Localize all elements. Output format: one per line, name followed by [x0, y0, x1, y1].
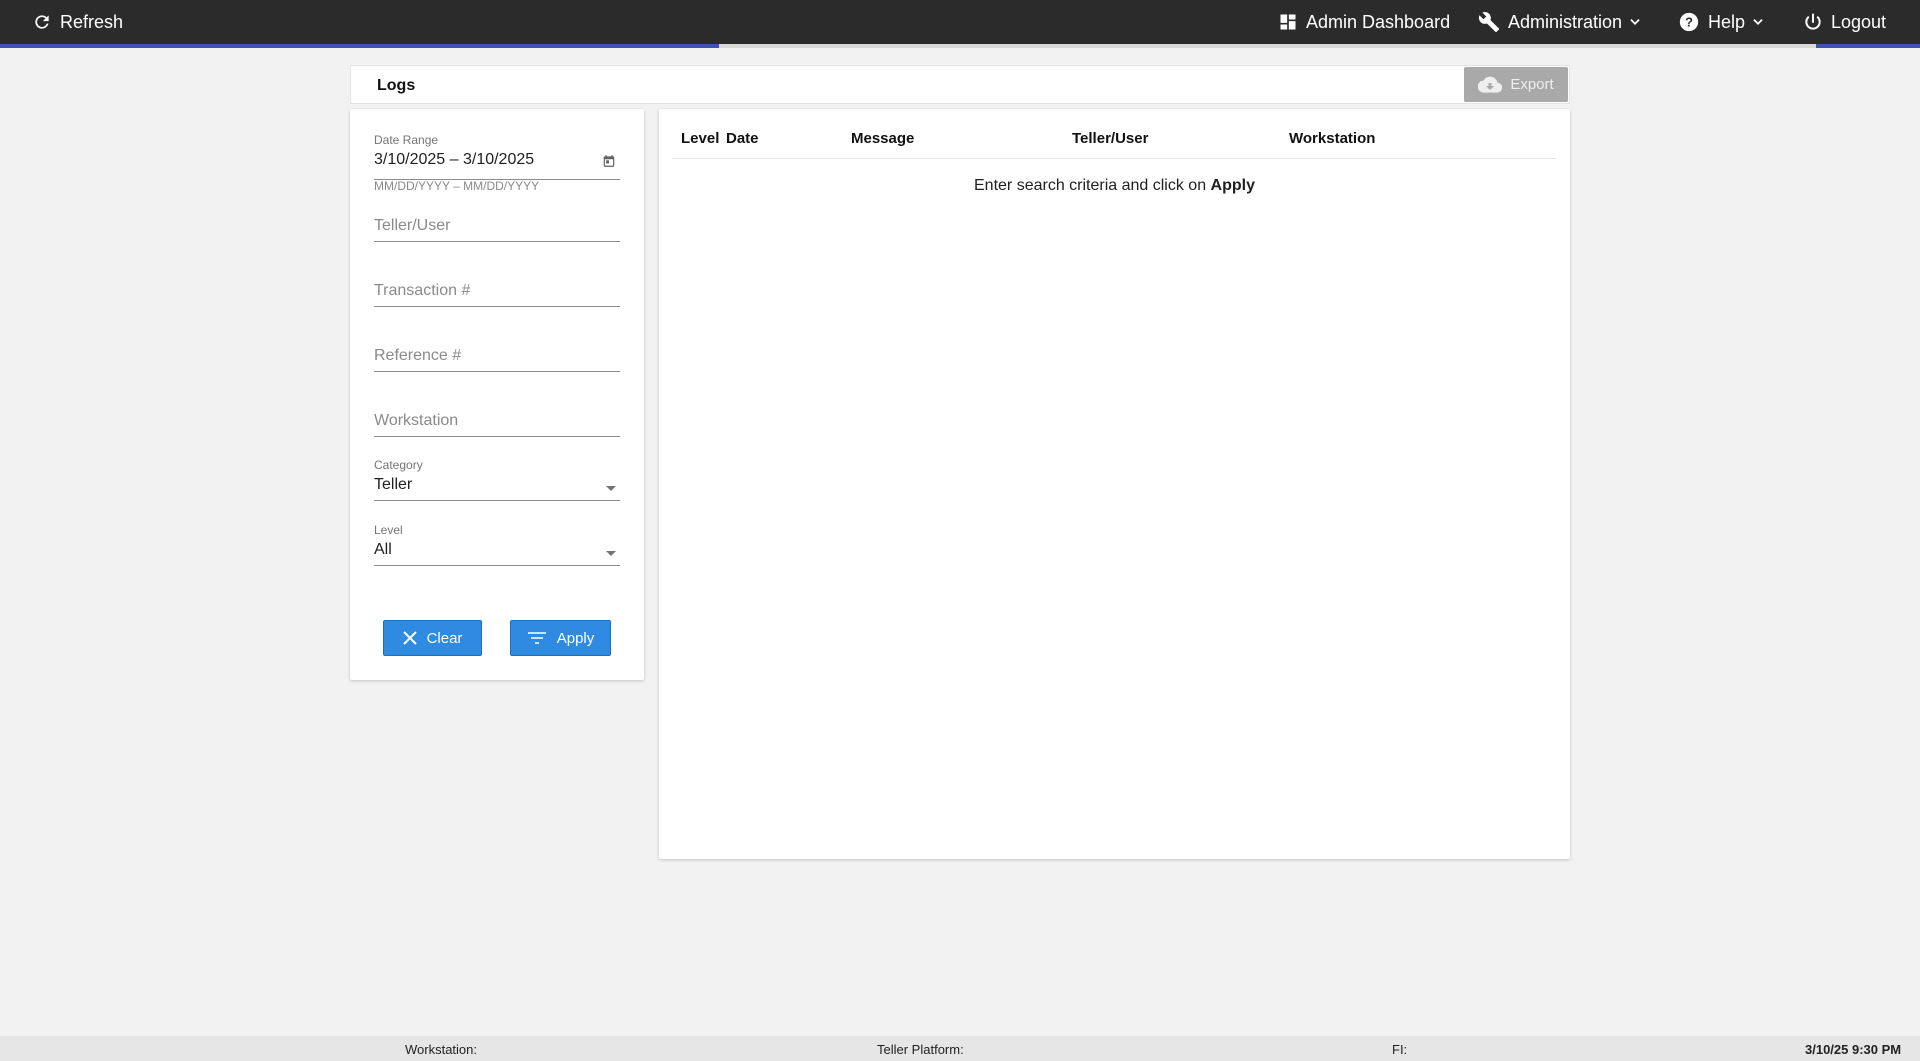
chevron-down-icon	[1753, 19, 1763, 25]
date-range-hint: MM/DD/YYYY – MM/DD/YYYY	[374, 179, 540, 193]
chevron-down-icon	[1630, 19, 1640, 25]
header-divider	[672, 158, 1556, 159]
date-range-value[interactable]: 3/10/2025 – 3/10/2025	[374, 151, 620, 169]
reference-input[interactable]: Reference #	[374, 347, 620, 381]
reference-placeholder: Reference #	[374, 347, 462, 364]
column-header-teller-user[interactable]: Teller/User	[1072, 130, 1148, 147]
apply-button[interactable]: Apply	[510, 620, 611, 656]
footer-fi: FI:	[1392, 1042, 1408, 1057]
svg-text:?: ?	[1685, 15, 1693, 30]
filter-icon	[527, 632, 546, 644]
level-underline	[374, 565, 620, 566]
logout-button[interactable]: Logout	[1803, 0, 1886, 44]
category-label: Category	[374, 458, 423, 472]
clear-label: Clear	[426, 629, 463, 647]
admin-dashboard-label: Admin Dashboard	[1306, 11, 1451, 32]
status-footer: Workstation: Teller Platform: FI: 3/10/2…	[0, 1036, 1920, 1061]
category-value: Teller	[374, 476, 413, 493]
logs-header-bar: Logs	[350, 65, 1570, 104]
empty-state-emphasis: Apply	[1210, 177, 1255, 194]
date-range-field[interactable]: Date Range 3/10/2025 – 3/10/2025 MM/DD/Y…	[374, 133, 620, 193]
help-menu[interactable]: ? Help	[1678, 0, 1765, 44]
transaction-input[interactable]: Transaction #	[374, 282, 620, 316]
filter-panel: Date Range 3/10/2025 – 3/10/2025 MM/DD/Y…	[350, 109, 644, 680]
date-range-underline	[374, 179, 620, 180]
help-icon: ?	[1679, 12, 1699, 32]
transaction-placeholder: Transaction #	[374, 282, 471, 299]
transaction-underline	[374, 306, 620, 307]
footer-datetime: 3/10/25 9:30 PM	[1805, 1042, 1902, 1057]
level-select[interactable]: Level All	[374, 523, 620, 569]
clear-button[interactable]: Clear	[383, 620, 482, 656]
administration-menu[interactable]: Administration	[1478, 0, 1642, 44]
date-range-label: Date Range	[374, 133, 439, 147]
top-nav-bar: Refresh Admin Dashboard Administration ?…	[0, 0, 1920, 44]
workstation-underline	[374, 436, 620, 437]
column-header-workstation[interactable]: Workstation	[1289, 130, 1375, 147]
cloud-download-icon	[1478, 76, 1503, 93]
empty-state-text: Enter search criteria and click on	[974, 177, 1211, 194]
admin-dashboard-link[interactable]: Admin Dashboard	[1278, 0, 1450, 44]
dashboard-icon	[1280, 14, 1296, 30]
empty-state-message: Enter search criteria and click on Apply	[659, 177, 1570, 195]
footer-workstation: Workstation:	[405, 1042, 478, 1057]
page-title: Logs	[377, 77, 416, 94]
workstation-input[interactable]: Workstation	[374, 412, 620, 446]
calendar-icon[interactable]	[602, 154, 616, 168]
wrench-icon	[1478, 12, 1500, 33]
column-header-date[interactable]: Date	[726, 130, 759, 147]
teller-user-underline	[374, 241, 620, 242]
refresh-button[interactable]: Refresh	[32, 0, 123, 44]
category-underline	[374, 500, 620, 501]
export-label: Export	[1510, 76, 1554, 93]
apply-label: Apply	[556, 629, 595, 647]
level-dropdown-icon[interactable]	[606, 551, 616, 556]
results-panel: Level Date Message Teller/User Workstati…	[659, 109, 1570, 859]
power-icon	[1805, 13, 1821, 30]
progress-accent-bar	[0, 44, 1920, 48]
category-select[interactable]: Category Teller	[374, 458, 620, 504]
level-value: All	[374, 541, 392, 558]
reference-underline	[374, 371, 620, 372]
column-header-message[interactable]: Message	[851, 130, 914, 147]
footer-teller-platform: Teller Platform:	[877, 1042, 964, 1057]
refresh-icon	[35, 15, 49, 29]
refresh-label: Refresh	[60, 11, 124, 32]
workstation-placeholder: Workstation	[374, 412, 459, 429]
administration-label: Administration	[1508, 11, 1623, 32]
close-icon	[402, 631, 417, 645]
export-button[interactable]: Export	[1464, 67, 1568, 102]
level-label: Level	[374, 523, 403, 537]
category-dropdown-icon[interactable]	[606, 486, 616, 491]
logout-label: Logout	[1831, 11, 1887, 32]
help-label: Help	[1708, 11, 1746, 32]
teller-user-input[interactable]: Teller/User	[374, 217, 620, 251]
column-header-level[interactable]: Level	[681, 130, 719, 147]
teller-user-placeholder: Teller/User	[374, 217, 451, 234]
